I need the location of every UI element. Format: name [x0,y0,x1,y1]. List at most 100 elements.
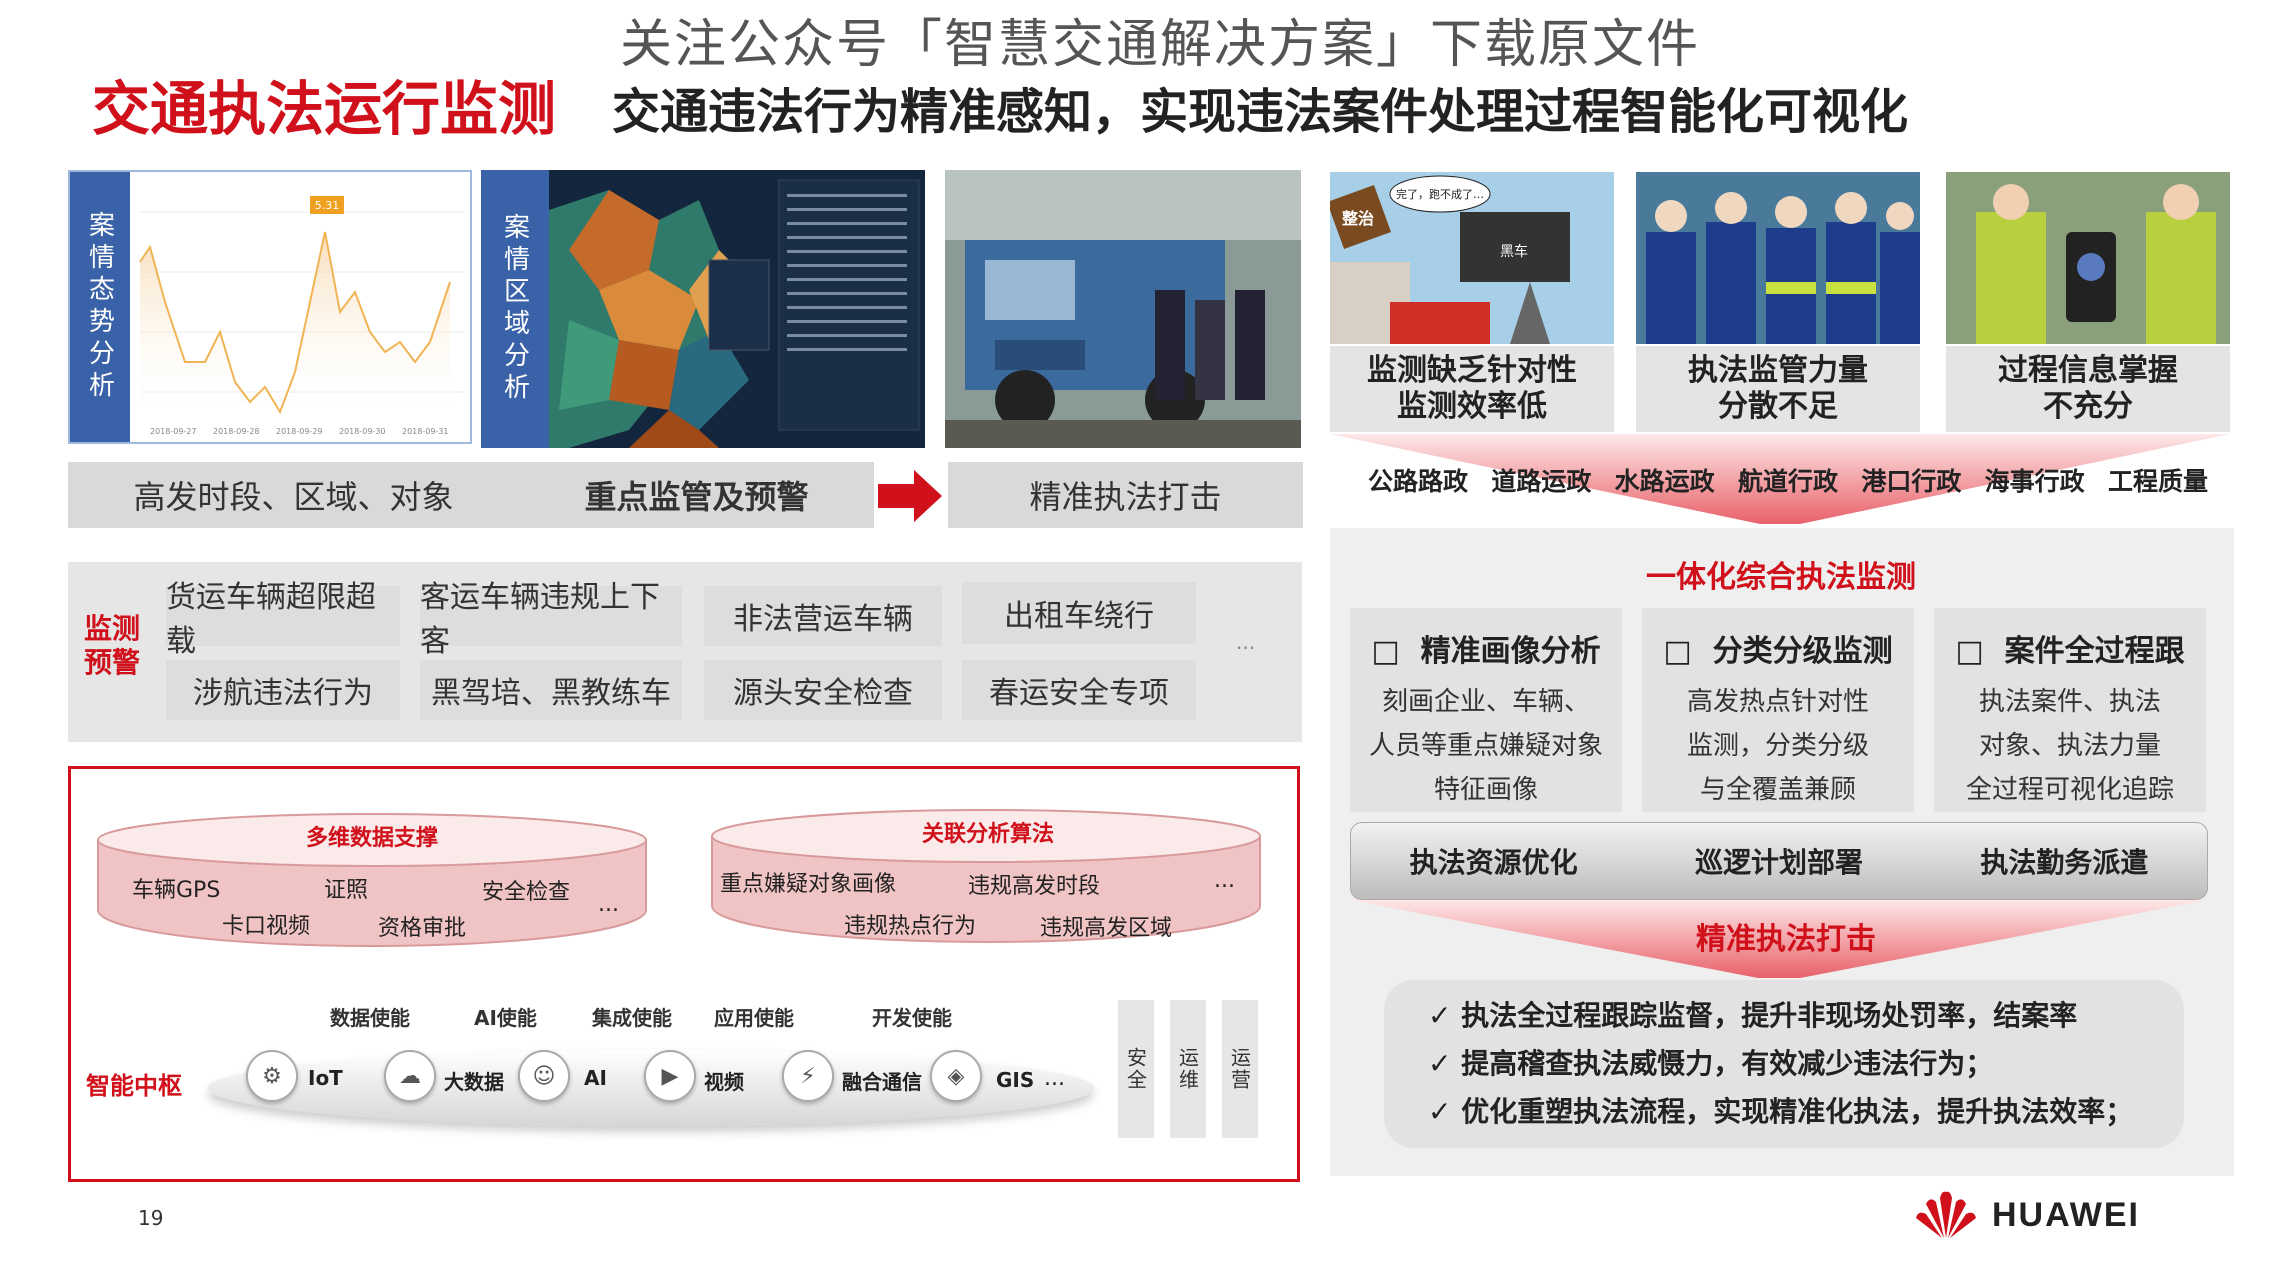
page-title: 交通执法运行监测 [92,75,557,143]
card-case-process-line2: 对象、执法力量 [1978,731,2161,761]
analysis-algorithm-more: ... [1214,868,1235,893]
side-operation: 运营 [1222,1000,1258,1138]
hub-label: 智能中枢 [86,1072,182,1100]
data-support-title: 多维数据支撑 [306,826,439,851]
monitor-more: ... [1236,630,1256,654]
huawei-logo-icon [1912,1188,1980,1240]
analysis-algorithm-title: 关联分析算法 [922,822,1055,847]
outcome-item-1: ✓ 执法全过程跟踪监督，提升非现场处罚率，结案率 [1428,999,2078,1032]
card-classification-line2: 监测，分类分级 [1686,731,1869,761]
duty-dispatch: 执法勤务派遣 [1980,846,2149,879]
domain-road-transport: 道路运政 [1491,467,1592,496]
converged-comm-label: 融合通信 [842,1070,922,1094]
page-subtitle: 交通违法行为精准感知，实现违法案件处理过程智能化可视化 [612,84,1909,140]
outcome-box: ✓ 执法全过程跟踪监督，提升非现场处罚率，结案率 ✓ 提高稽查执法威慑力，有效减… [1384,980,2184,1148]
domain-maritime-admin: 海事行政 [1984,467,2085,496]
algo-item-hotspot-area: 违规高发区域 [1040,916,1173,941]
patrol-planning: 巡逻计划部署 [1694,846,1863,879]
chart-date-2: 2018-09-29 [276,427,323,436]
big-data-label: 大数据 [444,1070,504,1094]
data-item-gps: 车辆GPS [132,878,221,903]
data-item-qualification: 资格审批 [378,916,467,941]
card-case-process-title: □ 案件全过程跟 [1955,634,2185,669]
outcome-item-2: ✓ 提高稽查执法威慑力，有效减少违法行为； [1428,1047,1994,1080]
region-map [549,170,925,448]
chart-date-0: 2018-09-27 [150,427,197,436]
domain-water-transport: 水路运政 [1614,467,1715,496]
integrated-title: 一体化综合执法监测 [1646,560,1916,595]
card-case-process-line3: 全过程可视化追踪 [1965,775,2174,805]
hub-icons-more: ... [1044,1066,1065,1091]
chart-date-3: 2018-09-30 [339,427,386,436]
chart-date-1: 2018-09-28 [213,427,260,436]
outcome-item-3: ✓ 优化重塑执法流程，实现精准化执法，提升执法效率； [1428,1095,2134,1128]
card-profile-line2: 人员等重点嫌疑对象 [1368,731,1603,761]
algo-item-peak-time: 违规高发时段 [968,874,1101,899]
monitor-chip-source-safety: 源头安全检查 [704,660,942,720]
flow-bar: 高发时段、区域、对象 重点监管及预警 [68,462,874,528]
brand-name: HUAWEI [1992,1196,2140,1234]
video-icon: ▶ [644,1050,696,1102]
cartoon-car-text: 黑车 [1500,243,1528,260]
card-profile-line1: 刻画企业、车辆、 [1381,687,1590,717]
card-classification-title: □ 分类分级监测 [1663,634,1893,669]
big-data-icon: ☁ [384,1050,436,1102]
domain-channel-admin: 航道行政 [1737,467,1838,496]
issue-caption-monitoring: 监测缺乏针对性 监测效率低 [1330,346,1614,432]
monitor-label: 监测预警 [84,612,141,679]
monitor-chip-overload: 货运车辆超限超载 [166,580,400,659]
card-classification-line3: 与全覆盖兼顾 [1699,775,1856,805]
resource-optimization: 执法资源优化 [1409,846,1578,879]
video-label: 视频 [704,1070,744,1094]
trend-chart: 5.31 2018-09-27 2018-09-28 2018-09-29 20… [130,172,470,442]
bodycam-photo [1946,172,2230,344]
card-profile: □ 精准画像分析 刻画企业、车辆、 人员等重点嫌疑对象 特征画像 [1350,608,1622,812]
iot-label: IoT [308,1066,343,1090]
page-number: 19 [138,1206,164,1230]
data-item-checkpoint-video: 卡口视频 [222,914,311,939]
region-map-panel: 案情区域分析 [481,170,925,448]
card-case-process: □ 案件全过程跟 执法案件、执法 对象、执法力量 全过程可视化追踪 [1934,608,2206,812]
domains-row: 公路路政 道路运政 水路运政 航道行政 港口行政 海事行政 工程质量 [1368,462,2208,498]
iot-icon: ⚙ [246,1050,298,1102]
flow-item-key-supervision: 重点监管及预警 [584,478,809,516]
card-classification: □ 分类分级监测 高发热点针对性 监测，分类分级 与全覆盖兼顾 [1642,608,1914,812]
trend-chart-panel: 案情态势分析 5.31 2018-09-27 2018-09-28 2018-0… [68,170,472,444]
algo-item-suspect-profile: 重点嫌疑对象画像 [720,872,897,897]
enabler-application: 应用使能 [714,1006,794,1030]
monitor-chip-waterway: 涉航违法行为 [166,660,400,720]
algo-item-hotspot-behavior: 违规热点行为 [844,914,977,939]
cartoon-bubble-text: 完了，跑不成了… [1396,187,1484,201]
issue-caption-information: 过程信息掌握 不充分 [1946,346,2230,432]
flow-result-box: 精准执法打击 [948,462,1303,528]
monitor-chip-passenger: 客运车辆违规上下客 [420,580,682,659]
data-support-more: ... [598,892,619,917]
card-case-process-line1: 执法案件、执法 [1978,687,2161,717]
peak-marker-text: 5.31 [315,199,340,212]
enabler-ai: AI使能 [474,1006,537,1030]
ai-label: AI [584,1066,607,1090]
domain-engineering-quality: 工程质量 [2107,467,2208,496]
domain-port-admin: 港口行政 [1861,467,1962,496]
monitor-chip-taxi-detour: 出租车绕行 [962,582,1196,644]
converged-comm-icon: ⚡ [782,1050,834,1102]
flow-item-hotspots: 高发时段、区域、对象 [133,478,454,516]
monitor-chip-black-driving: 黑驾培、黑教练车 [420,660,682,720]
officers-photo [1636,172,1920,344]
card-classification-line1: 高发热点针对性 [1686,687,1869,717]
gis-icon: ◈ [930,1050,982,1102]
ai-icon: ☺ [518,1050,570,1102]
enforcement-photo [945,170,1301,448]
side-ops: 运维 [1170,1000,1206,1138]
enabler-development: 开发使能 [872,1006,952,1030]
precise-strike-title: 精准执法打击 [1696,922,1876,957]
enabler-data: 数据使能 [330,1006,410,1030]
watermark-text: 关注公众号「智慧交通解决方案」下载原文件 [620,15,1701,75]
monitor-chip-illegal-operation: 非法营运车辆 [704,586,942,646]
card-profile-title: □ 精准画像分析 [1371,634,1601,669]
data-item-license: 证照 [324,878,369,903]
flow-arrow-icon [878,470,942,522]
enabler-integration: 集成使能 [592,1006,672,1030]
gis-label: GIS [996,1068,1035,1092]
side-security: 安全 [1118,1000,1154,1138]
